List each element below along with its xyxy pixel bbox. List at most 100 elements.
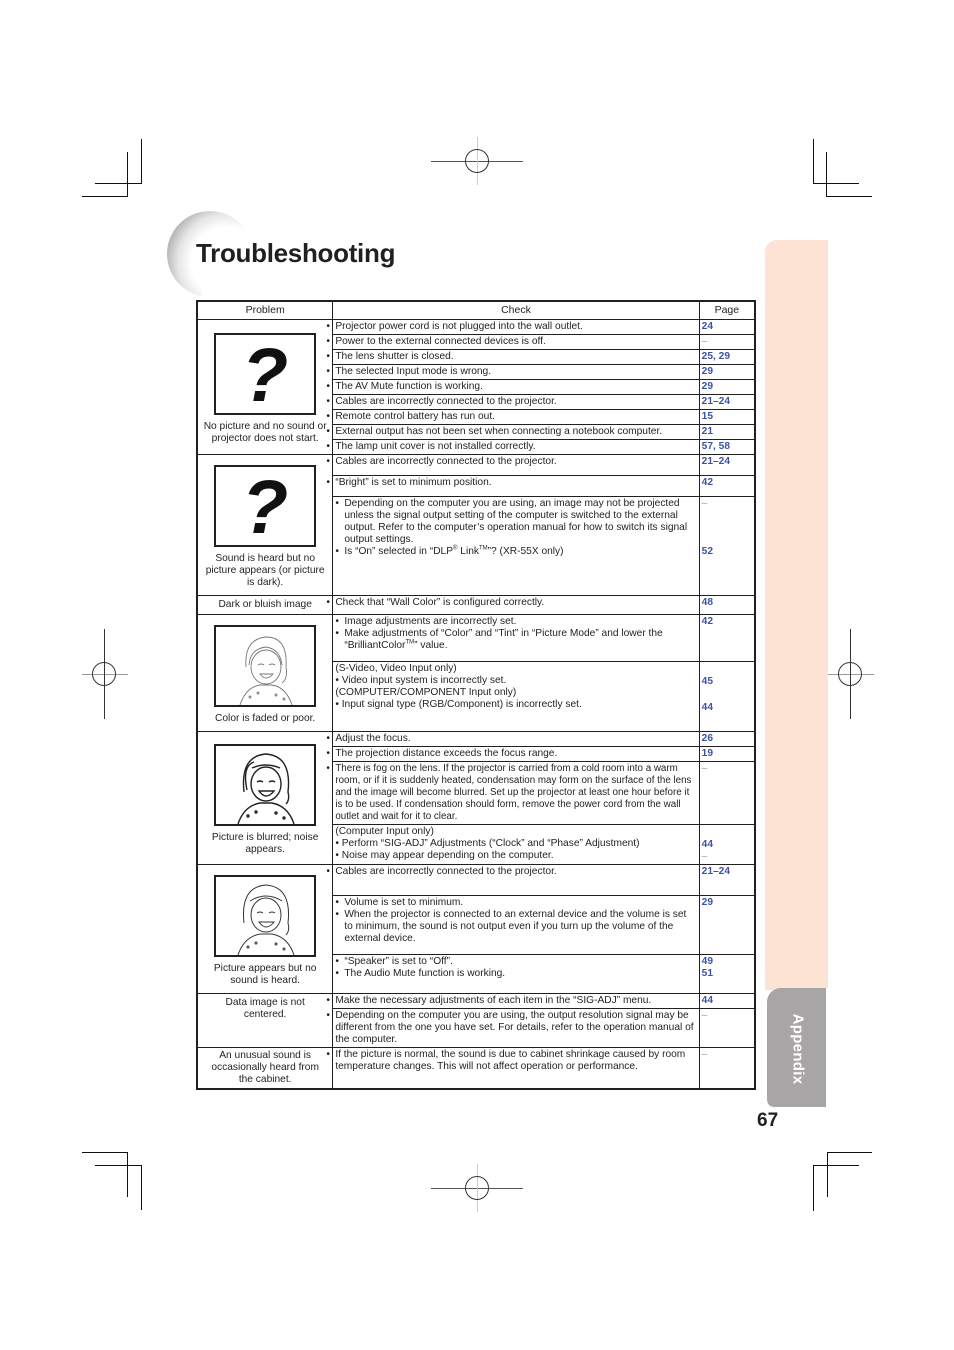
check-text: (Computer Input only) [335, 826, 434, 837]
question-mark-illustration: ? [214, 333, 317, 415]
page-link[interactable]: 42 [698, 614, 756, 662]
check-text: Cables are incorrectly connected to the … [332, 394, 700, 410]
faded-girl-illustration [214, 625, 317, 707]
page-link[interactable]: 45 [702, 676, 752, 688]
page-ref: – [701, 498, 708, 509]
crop-mark [95, 1165, 142, 1166]
header-page: Page [698, 300, 756, 320]
page-cell: 49 51 [698, 954, 756, 994]
check-text: The Audio Mute function is working. [335, 968, 696, 980]
page-link[interactable]: 49 [702, 956, 752, 968]
page-ref: – [698, 1008, 756, 1048]
problem-text: Dark or bluish image [218, 599, 312, 610]
check-text: Make the necessary adjustments of each i… [332, 993, 700, 1009]
crop-mark [141, 1165, 142, 1210]
page-link[interactable]: 15 [698, 409, 756, 425]
page-link[interactable]: 21–24 [698, 454, 756, 476]
section-side-tab [765, 240, 828, 990]
page-link[interactable]: 52 [702, 546, 752, 558]
appendix-tab-label: Appendix [789, 1013, 806, 1084]
check-text: Remote control battery has run out. [332, 409, 700, 425]
crop-mark [813, 139, 814, 184]
check-text: • Video input system is incorrectly set. [335, 674, 507, 686]
crop-mark [827, 1152, 872, 1153]
page-cell: 44 – [698, 824, 756, 865]
table-row: Color is faded or poor. Image adjustment… [196, 614, 756, 732]
problem-text: Sound is heard but no picture appears (o… [205, 553, 325, 588]
check-text: Power to the external connected devices … [332, 334, 700, 350]
page-link[interactable]: 29 [698, 895, 756, 955]
page-link[interactable]: 25, 29 [698, 349, 756, 365]
page-link[interactable]: 29 [698, 364, 756, 380]
svg-text:?: ? [242, 335, 288, 413]
check-text: “Bright” is set to minimum position. [332, 475, 700, 497]
problem-cell: Dark or bluish image [196, 595, 334, 615]
problem-cell: Data image is not centered. [196, 993, 334, 1048]
header-check: Check [332, 300, 700, 320]
check-cell: (Computer Input only) • Perform “SIG-ADJ… [332, 824, 700, 865]
page-ref: – [698, 761, 756, 825]
table-row: Dark or bluish image Check that “Wall Co… [196, 595, 756, 615]
crop-mark [141, 139, 142, 184]
check-text: • Noise may appear depending on the comp… [335, 850, 554, 861]
problem-cell: Color is faded or poor. [196, 614, 334, 732]
check-text: The lens shutter is closed. [332, 349, 700, 365]
check-cell: Image adjustments are incorrectly set. M… [332, 614, 700, 662]
check-text: Make adjustments of “Color” and “Tint” i… [335, 628, 696, 652]
crop-mark [826, 196, 872, 197]
page-link[interactable]: 44 [702, 839, 752, 851]
page-link[interactable]: 44 [698, 993, 756, 1009]
question-mark-illustration: ? [214, 465, 317, 547]
check-text: The projection distance exceeds the focu… [332, 746, 700, 762]
table-row: ? No picture and no sound or projector d… [196, 319, 756, 455]
girl-illustration [214, 875, 317, 957]
page-cell: 45 44 [698, 660, 756, 733]
check-text: • Perform “SIG-ADJ” Adjustments (“Clock”… [335, 838, 640, 849]
check-text: Adjust the focus. [332, 731, 700, 747]
page-link[interactable]: 51 [702, 968, 752, 980]
crop-mark [813, 1165, 859, 1166]
problem-cell: ? No picture and no sound or projector d… [196, 319, 334, 455]
problem-cell: An unusual sound is occasionally heard f… [196, 1047, 334, 1090]
check-text: The lamp unit cover is not installed cor… [332, 439, 700, 455]
check-text: When the projector is connected to an ex… [335, 909, 696, 945]
check-cell: (S-Video, Video Input only) • Video inpu… [332, 660, 700, 733]
check-text: (S-Video, Video Input only) [335, 662, 457, 674]
page-link[interactable]: 19 [698, 746, 756, 762]
check-text: Volume is set to minimum. [335, 897, 696, 909]
page-link[interactable]: 44 [702, 702, 752, 714]
table-row: Data image is not centered. Make the nec… [196, 993, 756, 1048]
crop-mark [82, 196, 128, 197]
page-link[interactable]: 29 [698, 379, 756, 395]
check-text: Cables are incorrectly connected to the … [332, 864, 700, 896]
page-link[interactable]: 24 [698, 319, 756, 335]
page-link[interactable]: 21 [698, 424, 756, 440]
crop-mark [127, 1152, 128, 1197]
page-link[interactable]: 48 [698, 595, 756, 615]
check-text: “Speaker” is set to “Off”. [335, 956, 696, 968]
appendix-tab[interactable]: Appendix [767, 988, 828, 1109]
svg-text:?: ? [242, 467, 288, 545]
check-text: The selected Input mode is wrong. [332, 364, 700, 380]
check-text: • Input signal type (RGB/Component) is i… [335, 698, 582, 710]
crop-mark [826, 152, 827, 197]
problem-cell: Picture appears but no sound is heard. [196, 864, 334, 994]
troubleshooting-table: Problem Check Page ? No picture and no s… [196, 300, 756, 1090]
check-cell: Volume is set to minimum. When the proje… [332, 895, 700, 955]
page-link[interactable]: 21–24 [698, 394, 756, 410]
header-problem: Problem [196, 300, 334, 320]
page-link[interactable]: 26 [698, 731, 756, 747]
problem-cell: ? Sound is heard but no picture appears … [196, 454, 334, 596]
page-ref: – [698, 1047, 756, 1090]
page-number: 67 [757, 1110, 779, 1131]
check-text: External output has not been set when co… [332, 424, 700, 440]
check-text: Image adjustments are incorrectly set. [335, 616, 696, 628]
page-link[interactable]: 57, 58 [698, 439, 756, 455]
check-text: Cables are incorrectly connected to the … [332, 454, 700, 476]
blurred-girl-illustration [214, 744, 317, 826]
page-cell: – 52 [698, 496, 756, 596]
check-text: Depending on the computer you are using,… [332, 1008, 700, 1048]
crop-mark [827, 1152, 828, 1197]
page-link[interactable]: 42 [698, 475, 756, 497]
page-link[interactable]: 21–24 [698, 864, 756, 896]
